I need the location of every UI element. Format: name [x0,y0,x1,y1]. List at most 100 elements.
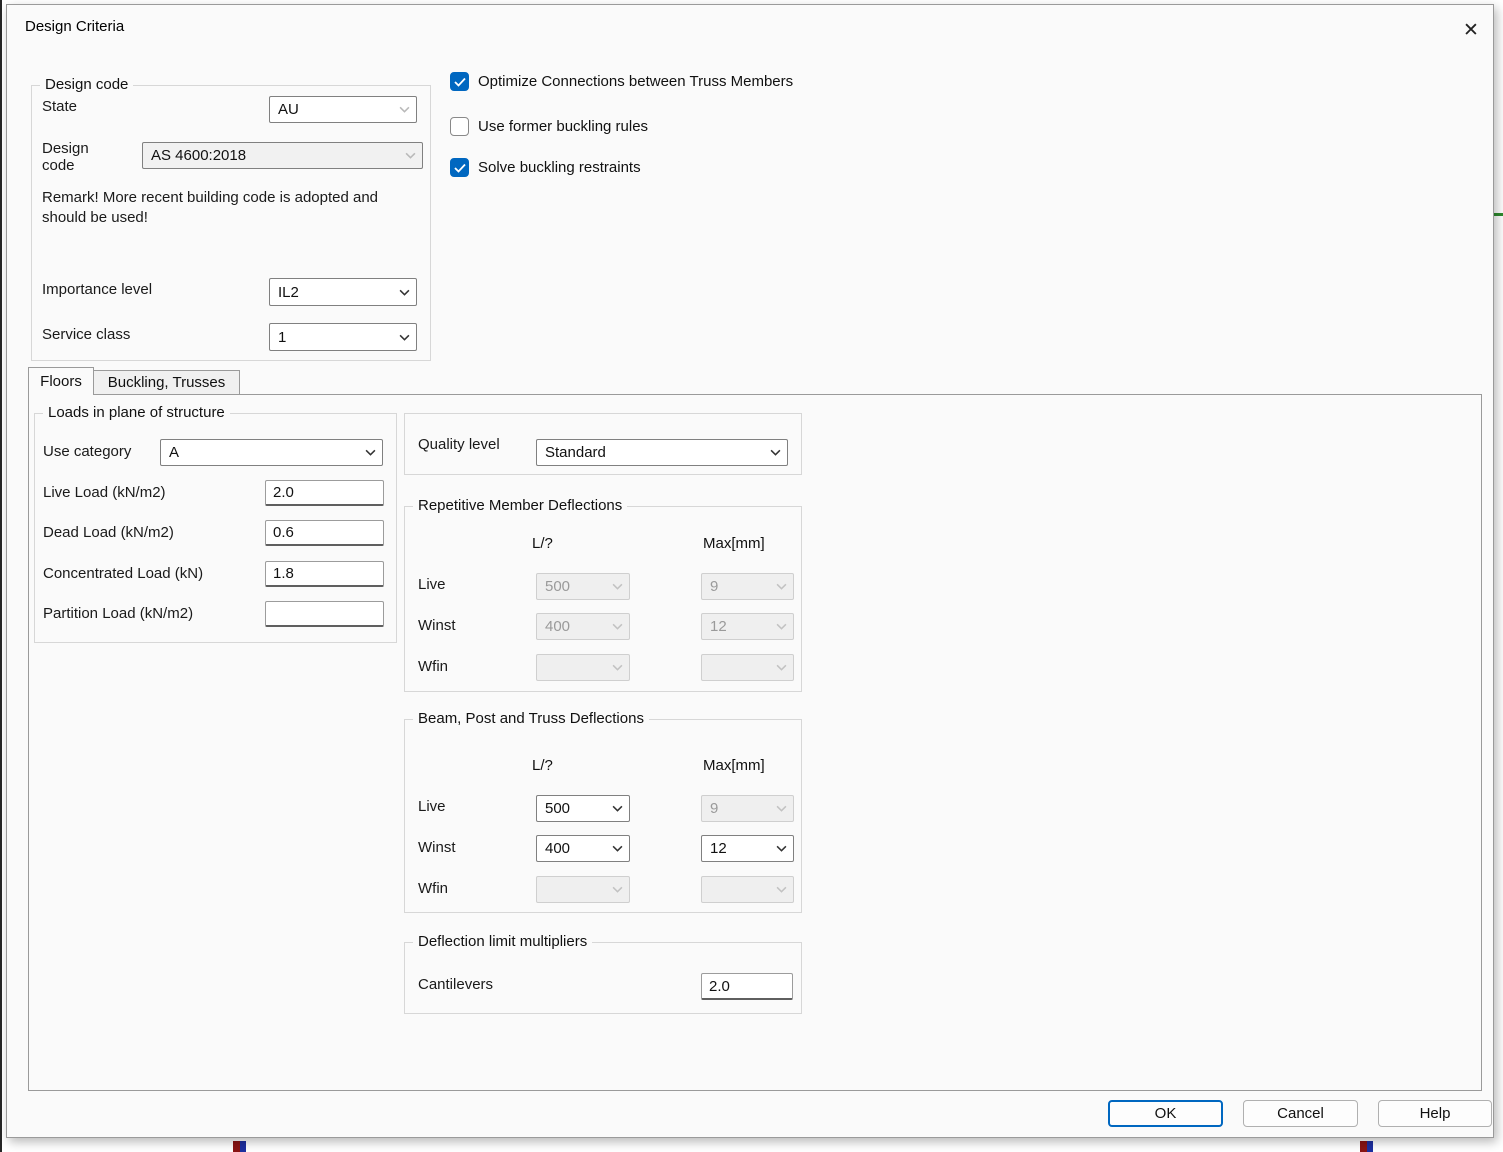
combo-value: 12 [710,840,727,857]
dead-load-input[interactable] [265,520,384,546]
repetitive-live-l-combo: 500 [536,573,630,600]
repetitive-winst-l-combo: 400 [536,613,630,640]
close-icon[interactable]: ✕ [1455,14,1487,46]
combo-value: 12 [710,618,727,635]
tab-buckling-trusses[interactable]: Buckling, Trusses [94,370,240,395]
background-edge-line [0,0,2,1152]
chevron-down-icon [776,845,787,852]
chevron-down-icon [399,106,410,113]
combo-value: 400 [545,618,570,635]
combo-value: 9 [710,800,718,817]
cancel-button[interactable]: Cancel [1243,1100,1358,1127]
importance-level-label: Importance level [42,281,152,298]
chevron-down-icon [612,623,623,630]
service-class-label: Service class [42,326,130,343]
importance-level-combo-value: IL2 [278,284,299,301]
optimize-connections-label: Optimize Connections between Truss Membe… [478,72,793,90]
cantilevers-label: Cantilevers [418,976,493,993]
beam-wfin-l-combo [536,876,630,903]
ok-button[interactable]: OK [1108,1100,1223,1127]
combo-value: 500 [545,578,570,595]
row-label-winst: Winst [418,839,456,856]
background-truss-mark [233,1141,246,1152]
chevron-down-icon [612,845,623,852]
loads-legend: Loads in plane of structure [43,404,230,421]
live-load-input[interactable] [265,480,384,506]
multipliers-legend: Deflection limit multipliers [413,933,592,950]
concentrated-load-input[interactable] [265,561,384,587]
row-label-wfin: Wfin [418,880,448,897]
beam-winst-l-combo[interactable]: 400 [536,835,630,862]
combo-value: 500 [545,800,570,817]
design-code-remark: Remark! More recent building code is ado… [42,188,414,228]
concentrated-load-label: Concentrated Load (kN) [43,565,203,582]
checkbox-unchecked-icon [450,117,469,136]
use-category-combo-value: A [169,444,179,461]
former-buckling-checkbox[interactable]: Use former buckling rules [450,117,648,136]
tab-floors[interactable]: Floors [28,367,94,395]
service-class-combo-value: 1 [278,329,286,346]
beam-winst-max-combo[interactable]: 12 [701,835,794,862]
background-green-line [1493,213,1503,216]
screen: Design Criteria ✕ Design code State AU D… [0,0,1503,1152]
importance-level-combo[interactable]: IL2 [269,278,417,306]
deflection-multipliers-group: Deflection limit multipliers Cantilevers [404,942,802,1014]
solve-restraints-checkbox[interactable]: Solve buckling restraints [450,158,641,177]
l-header: L/? [532,757,553,774]
design-code-combo-value: AS 4600:2018 [151,147,246,164]
beam-live-l-combo[interactable]: 500 [536,795,630,822]
l-header: L/? [532,535,553,552]
partition-load-label: Partition Load (kN/m2) [43,605,193,622]
chevron-down-icon [405,152,416,159]
design-criteria-dialog: Design Criteria ✕ Design code State AU D… [6,4,1494,1138]
combo-value: 9 [710,578,718,595]
live-load-label: Live Load (kN/m2) [43,484,166,501]
use-category-label: Use category [43,443,131,460]
max-header: Max[mm] [703,757,765,774]
max-header: Max[mm] [703,535,765,552]
beam-wfin-max-combo [701,876,794,903]
solve-restraints-label: Solve buckling restraints [478,158,641,176]
chevron-down-icon [612,886,623,893]
service-class-combo[interactable]: 1 [269,323,417,351]
row-label-winst: Winst [418,617,456,634]
chevron-down-icon [776,623,787,630]
former-buckling-label: Use former buckling rules [478,117,648,135]
loads-group: Loads in plane of structure Use category… [34,413,397,643]
dead-load-label: Dead Load (kN/m2) [43,524,174,541]
checkbox-checked-icon [450,72,469,91]
repetitive-legend: Repetitive Member Deflections [413,497,627,514]
cantilevers-input[interactable] [701,973,793,1000]
background-truss-mark [1360,1141,1373,1152]
quality-group: Quality level Standard [404,413,802,475]
quality-level-label: Quality level [418,436,500,453]
use-category-combo[interactable]: A [160,439,383,466]
chevron-down-icon [612,664,623,671]
chevron-down-icon [770,449,781,456]
beam-deflections-group: Beam, Post and Truss Deflections L/? Max… [404,719,802,913]
repetitive-live-max-combo: 9 [701,573,794,600]
chevron-down-icon [399,334,410,341]
row-label-live: Live [418,576,446,593]
checkbox-checked-icon [450,158,469,177]
chevron-down-icon [776,886,787,893]
state-label: State [42,98,77,115]
design-code-legend: Design code [40,76,133,93]
state-combo-value: AU [278,101,299,118]
quality-level-combo-value: Standard [545,444,606,461]
quality-level-combo[interactable]: Standard [536,439,788,466]
chevron-down-icon [399,289,410,296]
help-button[interactable]: Help [1378,1100,1492,1127]
partition-load-input[interactable] [265,601,384,627]
chevron-down-icon [365,449,376,456]
row-label-live: Live [418,798,446,815]
combo-value: 400 [545,840,570,857]
chevron-down-icon [776,664,787,671]
repetitive-deflections-group: Repetitive Member Deflections L/? Max[mm… [404,506,802,692]
state-combo[interactable]: AU [269,96,417,123]
dialog-title: Design Criteria [25,18,124,35]
row-label-wfin: Wfin [418,658,448,675]
optimize-connections-checkbox[interactable]: Optimize Connections between Truss Membe… [450,72,793,91]
repetitive-wfin-l-combo [536,654,630,681]
beam-legend: Beam, Post and Truss Deflections [413,710,649,727]
